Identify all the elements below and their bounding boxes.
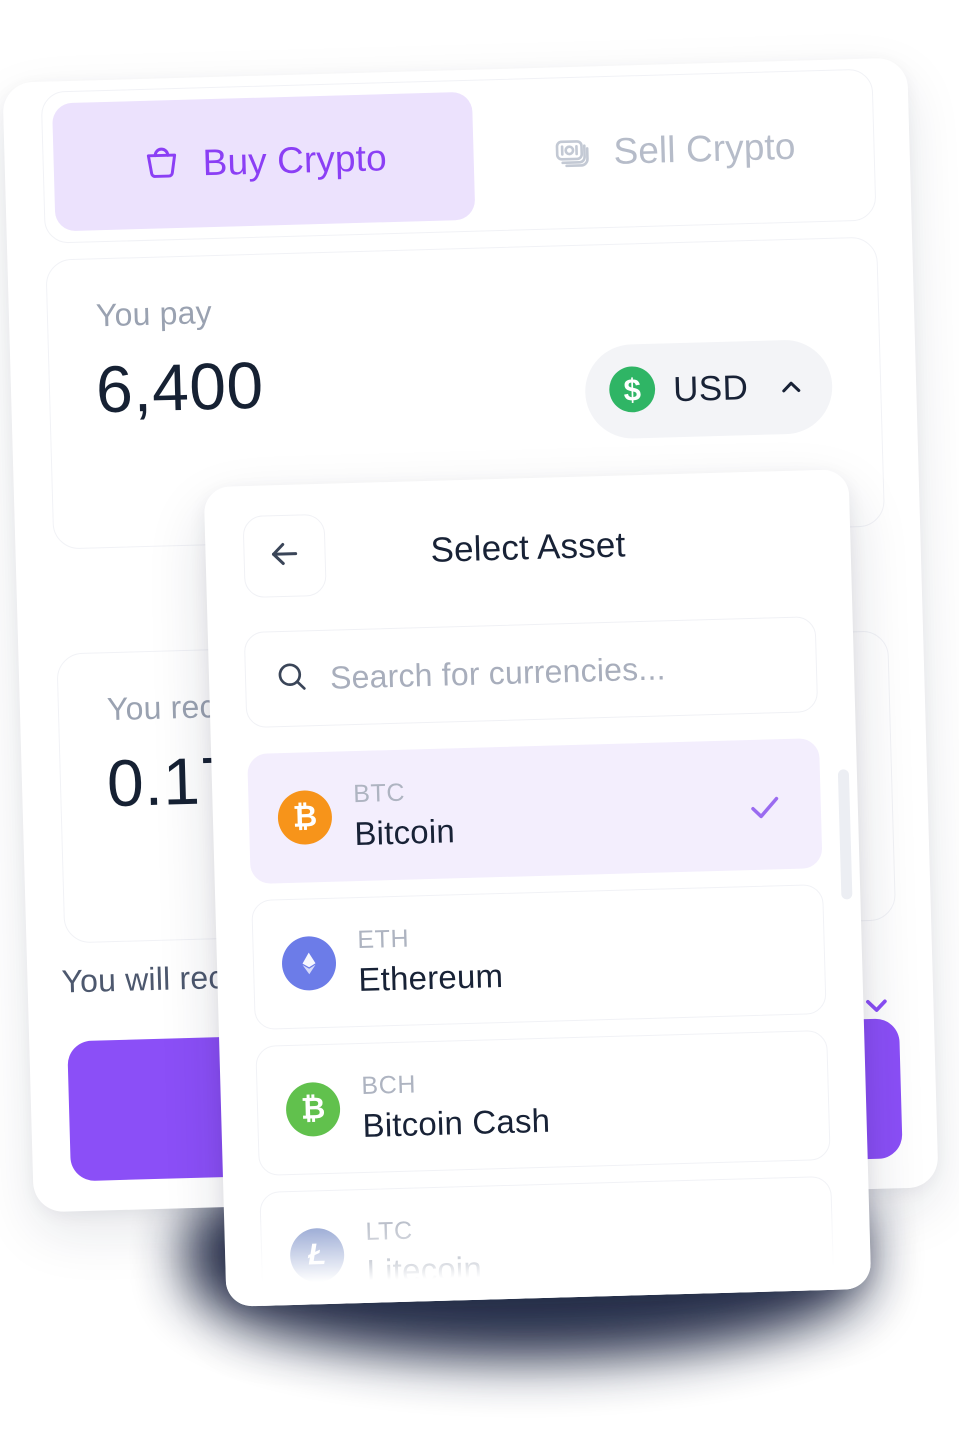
screenshot-stage: Buy Crypto Sell Crypto You pay 6,400 $ U… [0,0,959,1435]
dollar-circle-icon: $ [606,363,658,419]
basket-icon [140,140,183,188]
chevron-up-icon [776,372,807,403]
pay-currency-selector[interactable]: $ USD [583,338,834,440]
asset-list[interactable]: ₿ BTC Bitcoin ETH Ethereum ₿ BCH Bitcoin… [247,737,862,1307]
asset-symbol: BTC [352,778,406,808]
tab-sell-crypto-label: Sell Crypto [612,125,797,172]
search-placeholder: Search for currencies... [329,649,667,696]
asset-list-scrollbar[interactable] [837,769,853,900]
asset-row-btc[interactable]: ₿ BTC Bitcoin [247,738,823,885]
you-pay-amount[interactable]: 6,400 [95,347,265,428]
search-input[interactable]: Search for currencies... [243,616,819,729]
bitcoin-cash-icon: ₿ [285,1081,341,1138]
select-asset-modal: Select Asset Search for currencies... ₿ … [203,469,872,1307]
ethereum-icon [281,935,337,992]
check-icon [745,788,784,832]
bitcoin-icon: ₿ [277,789,333,846]
asset-symbol: ETH [356,924,410,954]
asset-row-ltc[interactable]: Ł LTC Litecoin [259,1175,835,1307]
asset-symbol: LTC [365,1216,414,1246]
search-icon [273,658,310,700]
you-pay-label: You pay [95,294,213,334]
tab-sell-crypto[interactable]: Sell Crypto [472,81,875,220]
litecoin-icon: Ł [289,1227,345,1284]
asset-name: Bitcoin [353,811,456,852]
tab-buy-crypto-label: Buy Crypto [202,137,388,184]
mode-tabs: Buy Crypto Sell Crypto [40,68,877,244]
asset-name: Ethereum [357,956,504,998]
tab-buy-crypto[interactable]: Buy Crypto [51,91,476,232]
asset-row-bch[interactable]: ₿ BCH Bitcoin Cash [255,1029,831,1176]
banknote-icon [551,129,594,177]
svg-text:$: $ [623,372,641,407]
modal-header: Select Asset [204,469,853,637]
pay-currency-code: USD [672,368,749,410]
asset-row-eth[interactable]: ETH Ethereum [251,884,827,1030]
asset-name: Litecoin [366,1249,483,1290]
asset-name: Bitcoin Cash [362,1101,551,1144]
asset-symbol: BCH [361,1069,417,1100]
